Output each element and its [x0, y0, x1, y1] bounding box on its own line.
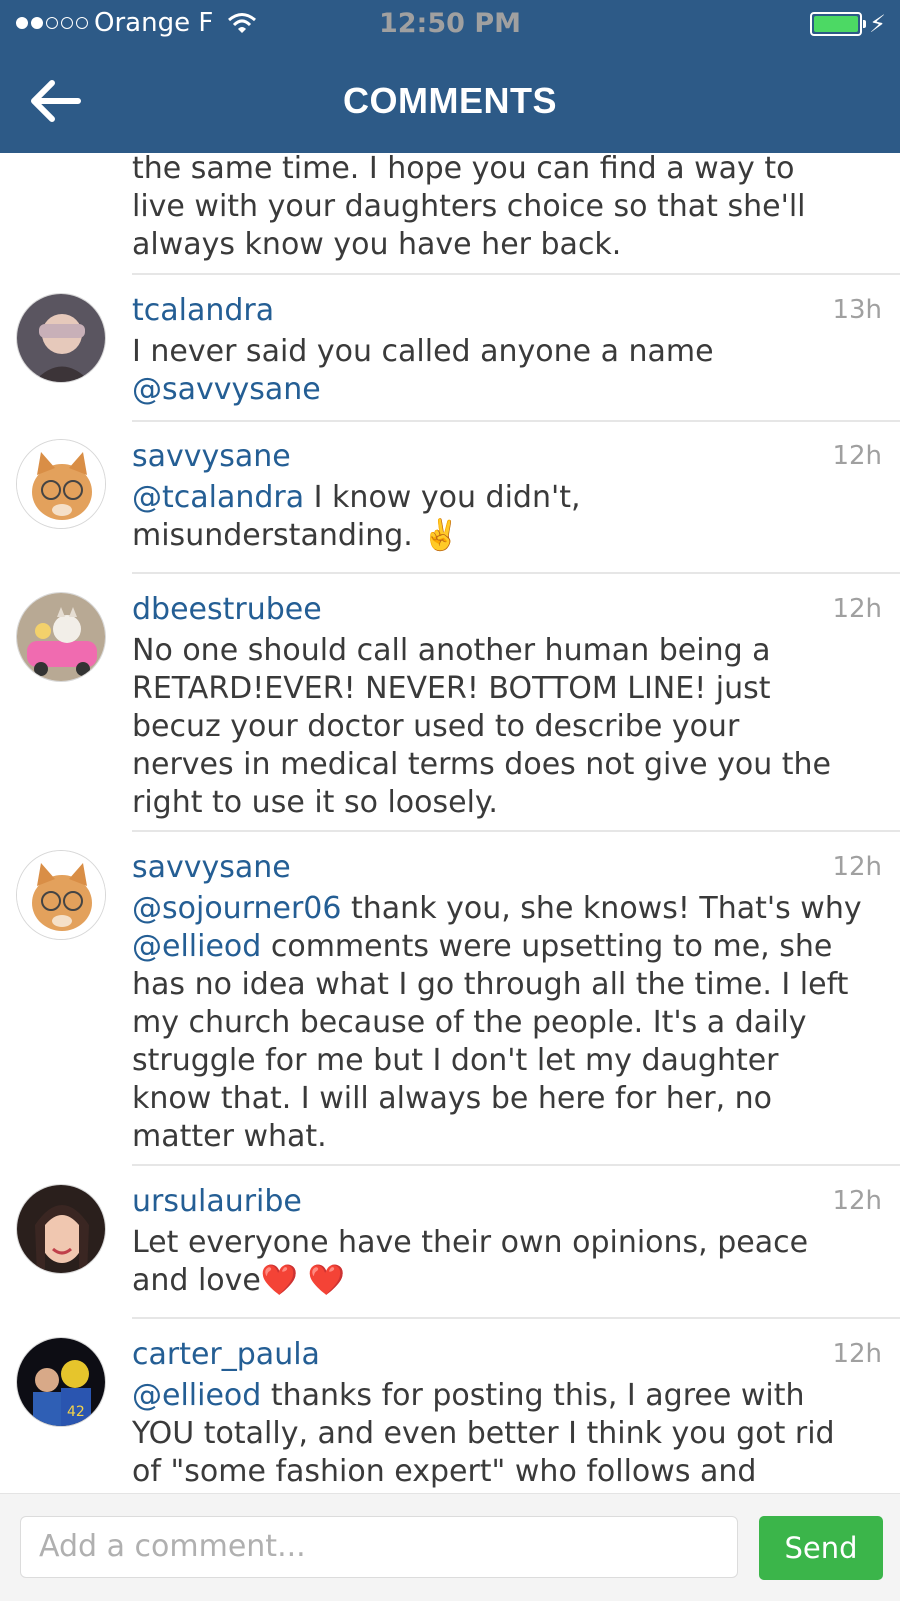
comment-time: 12h: [832, 1186, 882, 1216]
comment-username[interactable]: savvysane: [132, 439, 291, 474]
charging-bolt-icon: ⚡: [869, 10, 886, 38]
status-time: 12:50 PM: [378, 8, 521, 39]
comment-item: dbeestrubee 12h No one should call anoth…: [0, 592, 900, 832]
comment-item: savvysane 12h @tcalandra I know you didn…: [0, 439, 900, 569]
comment-composer: Add a comment... Send: [0, 1493, 900, 1601]
mention-link[interactable]: @ellieod: [132, 929, 261, 964]
comment-text: Let everyone have their own opinions, pe…: [132, 1225, 809, 1298]
comment-item: tcalandra 13h I never said you called an…: [0, 293, 900, 423]
divider: [132, 1317, 900, 1319]
battery-icon: [810, 12, 866, 36]
divider: [132, 420, 900, 422]
mention-link[interactable]: @tcalandra: [132, 480, 304, 515]
svg-text:42: 42: [67, 1404, 85, 1420]
avatar[interactable]: [16, 439, 106, 529]
comment-username[interactable]: tcalandra: [132, 293, 274, 328]
mention-link[interactable]: @sojourner06: [132, 891, 341, 926]
mention-link[interactable]: @ellieod: [132, 1378, 261, 1413]
comment-text: I never said you called anyone a name @s…: [132, 333, 882, 409]
send-button[interactable]: Send: [759, 1516, 883, 1580]
partial-comment-text: the same time. I hope you can find a way…: [132, 153, 806, 262]
comment-text: No one should call another human being a…: [132, 633, 831, 820]
divider: [132, 273, 900, 275]
comment-time: 12h: [832, 852, 882, 882]
avatar[interactable]: [16, 1184, 106, 1274]
peace-emoji: ✌️: [422, 518, 460, 553]
comment-time: 12h: [832, 441, 882, 471]
comment-text: @ellieod thanks for posting this, I agre…: [132, 1378, 835, 1489]
comment-time: 12h: [832, 1339, 882, 1369]
comment-time: 12h: [832, 594, 882, 624]
heart-emoji: ❤️ ❤️: [260, 1263, 346, 1298]
navigation-bar: COMMENTS: [0, 50, 900, 153]
avatar[interactable]: 42: [16, 1337, 106, 1427]
status-bar: Orange F 12:50 PM ⚡: [0, 0, 900, 50]
comment-input[interactable]: Add a comment...: [20, 1516, 738, 1578]
avatar[interactable]: [16, 293, 106, 383]
comment-username[interactable]: dbeestrubee: [132, 592, 322, 627]
comment-username[interactable]: savvysane: [132, 850, 291, 885]
comment-time: 13h: [832, 295, 882, 325]
comment-username[interactable]: carter_paula: [132, 1337, 320, 1372]
divider: [132, 1164, 900, 1166]
mention-link[interactable]: @savvysane: [132, 371, 882, 409]
comment-text: @tcalandra I know you didn't, misunderst…: [132, 480, 581, 553]
comment-text: @sojourner06 thank you, she knows! That'…: [132, 891, 862, 1154]
comment-item: ursulauribe 12h Let everyone have their …: [0, 1184, 900, 1314]
comment-item: savvysane 12h @sojourner06 thank you, sh…: [0, 850, 900, 1170]
comment-username[interactable]: ursulauribe: [132, 1184, 302, 1219]
divider: [132, 830, 900, 832]
page-title: COMMENTS: [343, 80, 557, 121]
avatar[interactable]: [16, 850, 106, 940]
divider: [132, 572, 900, 574]
avatar[interactable]: [16, 592, 106, 682]
comments-feed[interactable]: the same time. I hope you can find a way…: [0, 153, 900, 1493]
comment-item: 42 carter_paula 12h @ellieod thanks for …: [0, 1337, 900, 1493]
